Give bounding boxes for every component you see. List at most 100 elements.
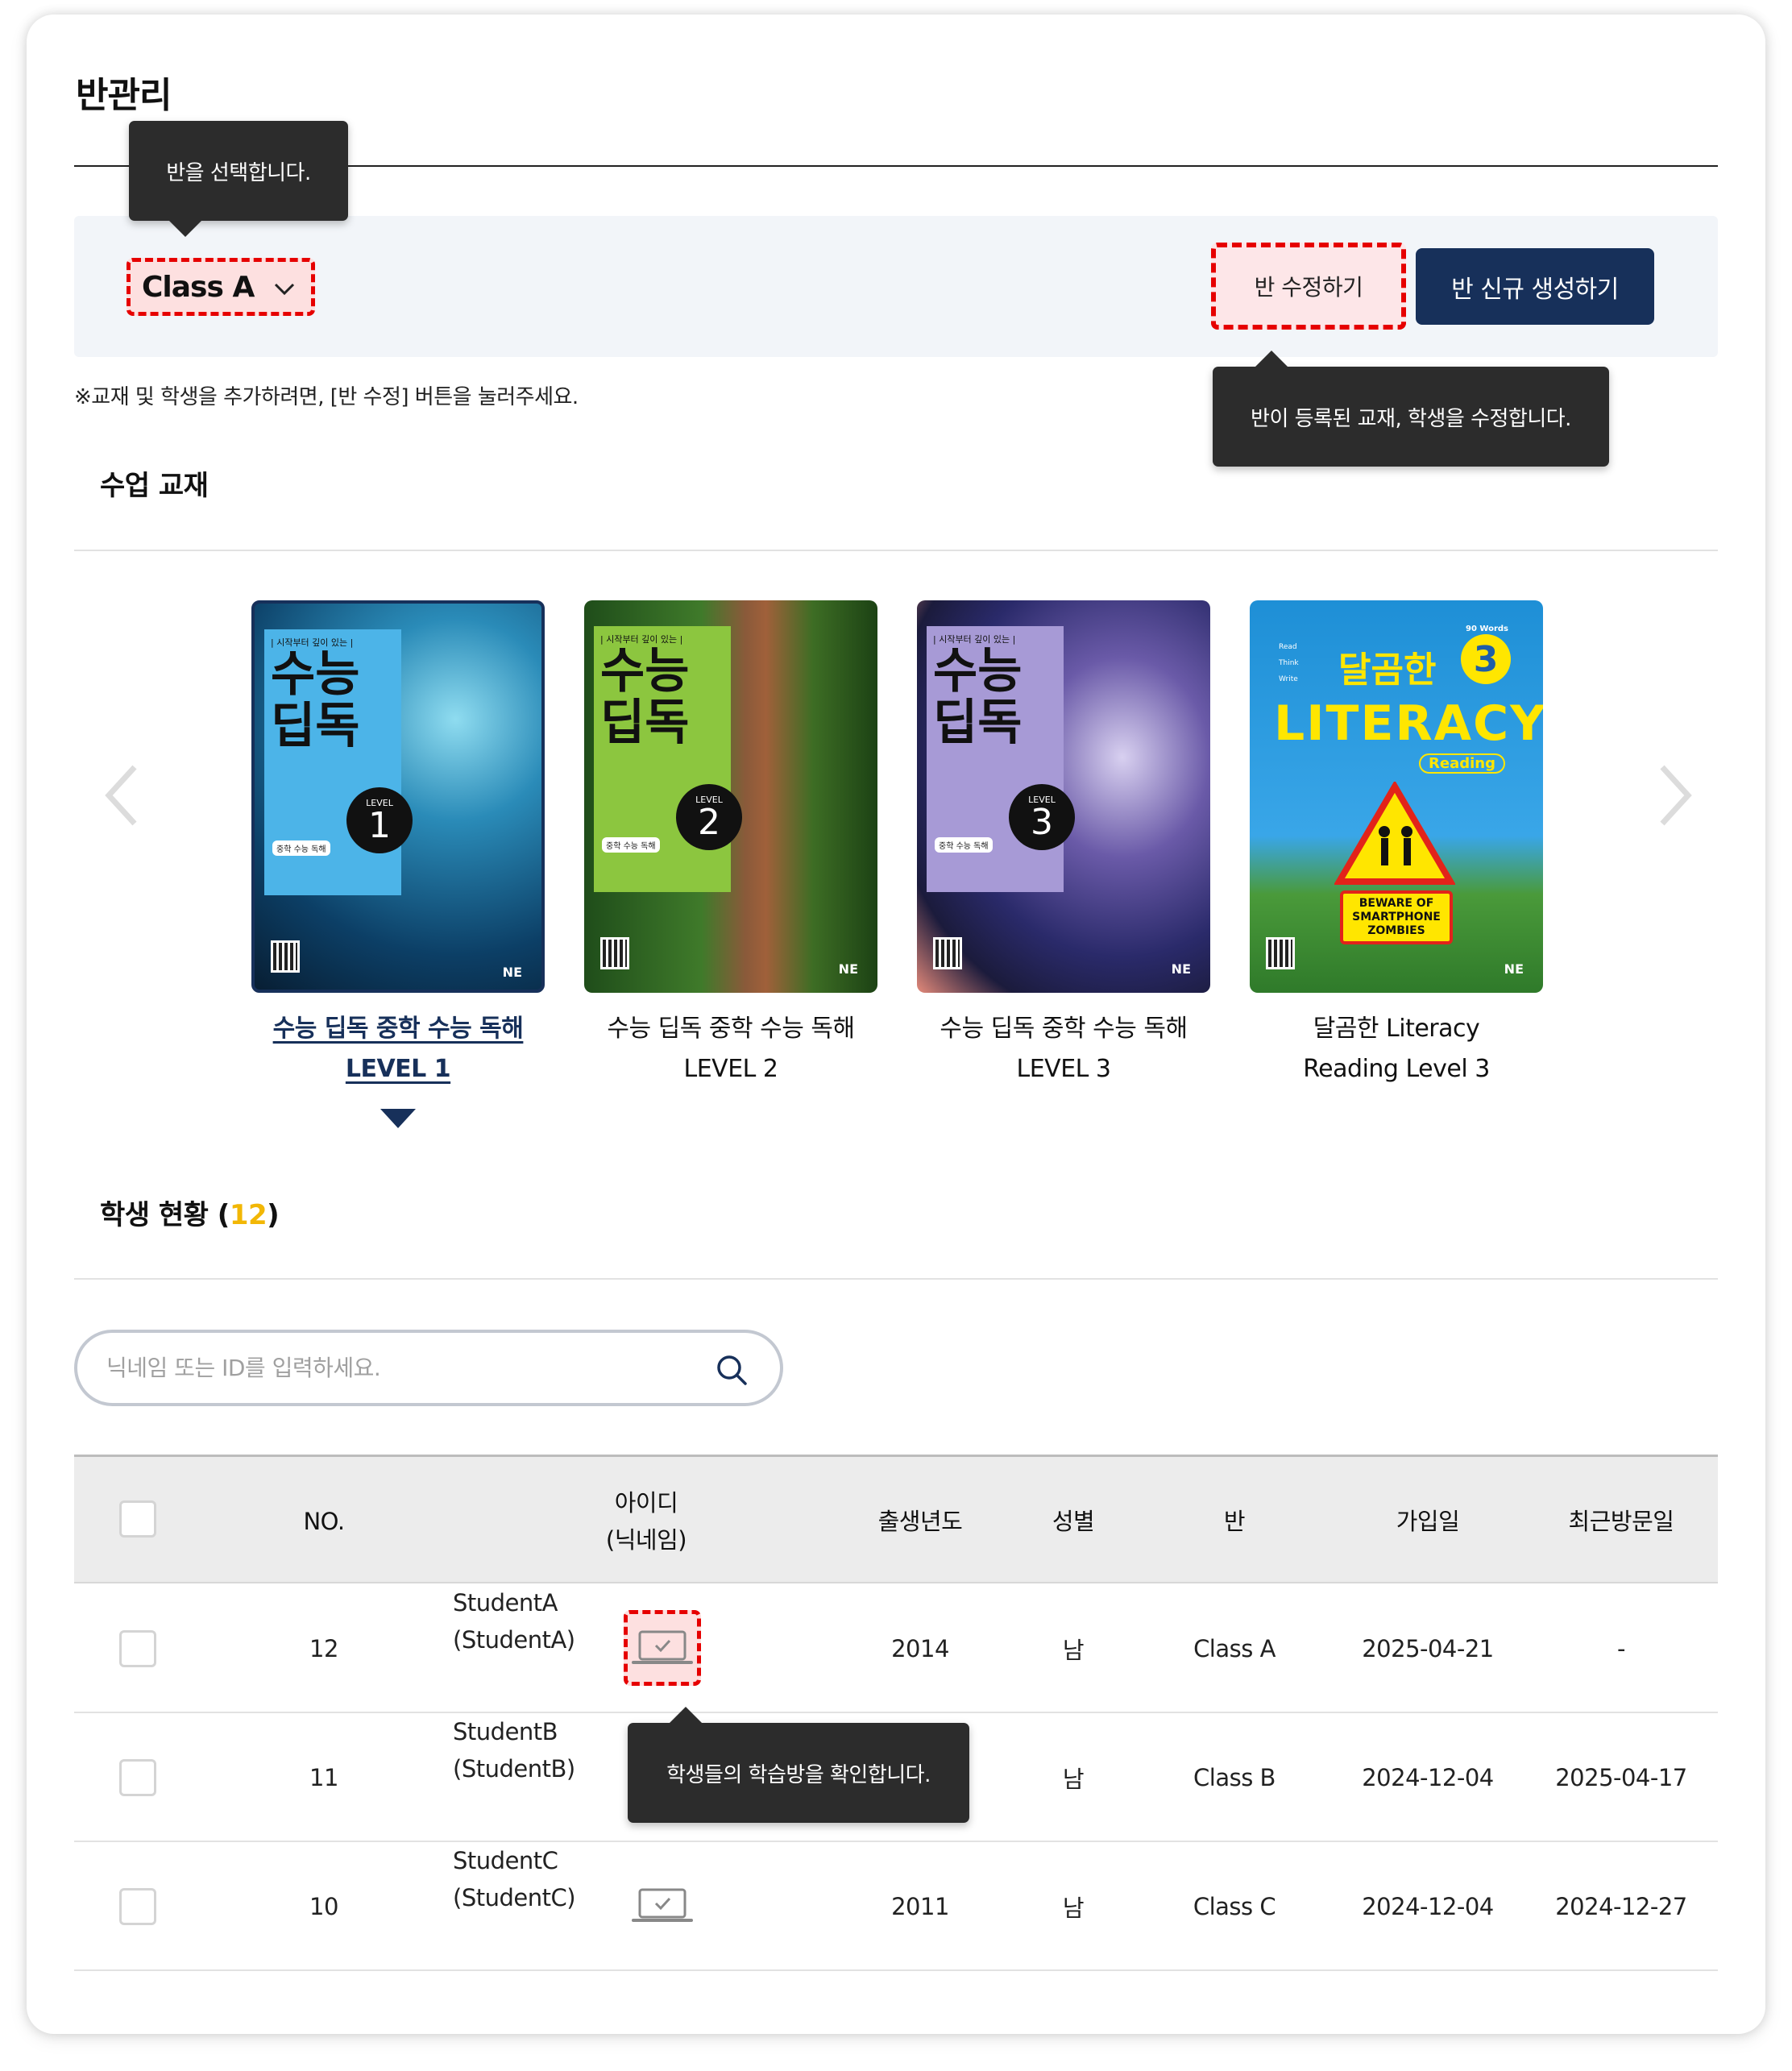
cell-class: Class B (1193, 1764, 1276, 1791)
tooltip-edit-class: 반이 등록된 교재, 학생을 수정합니다. (1213, 351, 1609, 467)
qr-code-icon (933, 937, 962, 969)
student-search-input[interactable] (106, 1355, 719, 1381)
class-select-dropdown[interactable]: Class A (127, 258, 315, 316)
cover-step: Read (1279, 643, 1297, 651)
tooltip-select-class: 반을 선택합니다. (129, 121, 348, 237)
student-table-header: NO. 아이디 (닉네임) 출생년도 성별 반 가입일 최근방문일 (74, 1455, 1718, 1583)
student-id: StudentB (453, 1718, 558, 1745)
tooltip-select-class-text: 반을 선택합니다. (166, 160, 311, 185)
page-title: 반관리 (76, 75, 172, 116)
col-joined: 가입일 (1396, 1508, 1460, 1535)
cover-title-1: 수능 (933, 643, 1023, 699)
cell-id: StudentB (StudentB) (453, 1713, 614, 1842)
publisher-logo: NE (838, 961, 858, 977)
cell-class: Class C (1193, 1893, 1276, 1920)
student-id: StudentA (453, 1589, 558, 1617)
selected-indicator-icon (380, 1109, 416, 1128)
row-checkbox[interactable] (119, 1759, 156, 1796)
tooltip-study-room-text: 학생들의 학습방을 확인합니다. (666, 1762, 931, 1787)
select-all-checkbox[interactable] (119, 1500, 156, 1538)
study-room-button[interactable] (624, 1610, 701, 1686)
cell-birth: 2014 (891, 1635, 949, 1662)
textbook-title-2[interactable]: 수능 딥독 중학 수능 독해 LEVEL 2 (584, 1009, 877, 1089)
study-room-button[interactable] (624, 1868, 701, 1944)
col-birth: 출생년도 (877, 1508, 963, 1535)
chevron-down-icon (274, 283, 295, 296)
carousel-next-icon[interactable] (1649, 759, 1698, 832)
laptop-check-icon (632, 1630, 693, 1664)
col-id-label: 아이디 (614, 1489, 678, 1517)
cell-class: Class A (1193, 1635, 1276, 1662)
col-class: 반 (1223, 1508, 1246, 1535)
cover-title-1: 달곰한 (1338, 650, 1437, 691)
cell-last-visit: 2025-04-17 (1555, 1764, 1687, 1791)
textbook-title-line: 수능 딥독 중학 수능 독해 (607, 1015, 855, 1043)
cover-panel: | 시작부터 깊이 있는 | 수능 딥독 중학 수능 독해 (927, 626, 1064, 892)
cover-reading: Reading (1419, 753, 1505, 774)
tooltip-study-room: 학생들의 학습방을 확인합니다. (628, 1707, 969, 1823)
tooltip-edit-class-text: 반이 등록된 교재, 학생을 수정합니다. (1251, 406, 1571, 431)
cover-title-2: 딥독 (600, 695, 690, 751)
student-count: 12 (229, 1199, 268, 1231)
col-id: 아이디 (닉네임) (517, 1457, 775, 1586)
textbook-title-line: Reading Level 3 (1303, 1055, 1490, 1083)
textbook-title-line: 수능 딥독 중학 수능 독해 (940, 1015, 1188, 1043)
carousel-prev-icon[interactable] (99, 759, 147, 832)
cell-no: 12 (309, 1635, 338, 1662)
tooltip-arrow (670, 1707, 702, 1723)
students-divider (74, 1278, 1718, 1280)
textbook-cover-3[interactable]: | 시작부터 깊이 있는 | 수능 딥독 중학 수능 독해 LEVEL 3 NE (917, 600, 1210, 993)
students-section-title: 학생 현황 (12) (100, 1193, 280, 1232)
edit-notice: ※교재 및 학생을 추가하려면, [반 수정] 버튼을 눌러주세요. (74, 385, 579, 409)
edit-class-button[interactable]: 반 수정하기 (1211, 243, 1406, 330)
textbook-title-line: LEVEL 1 (345, 1055, 451, 1083)
publisher-logo: NE (1171, 961, 1191, 977)
qr-code-icon (1266, 937, 1295, 969)
textbook-title-1[interactable]: 수능 딥독 중학 수능 독해 LEVEL 1 (251, 1009, 545, 1089)
student-nickname: (StudentC) (453, 1884, 576, 1911)
table-row: 10 StudentC (StudentC) 2011 남 Class C 20… (74, 1842, 1718, 1971)
textbook-cover-4[interactable]: Read Think Write 90 Words 달곰한 3 LITERACY… (1250, 600, 1543, 993)
cover-step: Think (1279, 659, 1299, 667)
cell-gender: 남 (1062, 1766, 1085, 1793)
textbook-title-4[interactable]: 달곰한 Literacy Reading Level 3 (1250, 1009, 1543, 1089)
cell-id: StudentC (StudentC) (453, 1842, 614, 1971)
cell-no: 11 (309, 1764, 338, 1791)
cell-gender: 남 (1062, 1895, 1085, 1922)
cell-gender: 남 (1062, 1637, 1085, 1664)
student-id: StudentC (453, 1847, 558, 1874)
textbooks-section-title: 수업 교재 (100, 470, 209, 502)
textbook-cover-1[interactable]: | 시작부터 깊이 있는 | 수능 딥독 중학 수능 독해 LEVEL 1 NE (251, 600, 545, 993)
textbook-title-line: LEVEL 3 (1016, 1055, 1111, 1083)
textbook-cover-2[interactable]: | 시작부터 깊이 있는 | 수능 딥독 중학 수능 독해 LEVEL 2 NE (584, 600, 877, 993)
cover-panel: | 시작부터 깊이 있는 | 수능 딥독 중학 수능 독해 (594, 626, 731, 892)
cover-title-2: LITERACY (1274, 695, 1543, 752)
cover-title-1: 수능 (600, 643, 690, 699)
students-title-text: 학생 현황 ( (100, 1199, 230, 1231)
col-gender: 성별 (1052, 1508, 1095, 1535)
student-nickname: (StudentB) (453, 1755, 575, 1783)
table-row: 12 StudentA (StudentA) 2014 남 Class A 20… (74, 1584, 1718, 1713)
cell-no: 10 (309, 1893, 338, 1920)
cover-badge: 중학 수능 독해 (602, 837, 660, 853)
qr-code-icon (271, 940, 300, 973)
textbook-title-line: 달곰한 Literacy (1313, 1015, 1480, 1043)
cover-badge: 중학 수능 독해 (935, 837, 993, 853)
cover-title-2: 딥독 (271, 698, 360, 754)
cover-steps: Read Think Write (1279, 639, 1299, 687)
col-id-sublabel: (닉네임) (605, 1526, 687, 1554)
level-badge-number: 2 (698, 801, 720, 843)
cell-last-visit: - (1617, 1635, 1625, 1662)
publisher-logo: NE (502, 965, 522, 980)
level-badge-number: 3 (1031, 801, 1053, 843)
publisher-logo: NE (1504, 961, 1524, 977)
qr-code-icon (600, 937, 629, 969)
row-checkbox[interactable] (119, 1630, 156, 1667)
warning-sign-icon (1334, 782, 1455, 885)
textbook-title-3[interactable]: 수능 딥독 중학 수능 독해 LEVEL 3 (917, 1009, 1210, 1089)
students-title-end: ) (267, 1199, 280, 1231)
level-badge-number: 3 (1461, 634, 1511, 684)
row-checkbox[interactable] (119, 1888, 156, 1925)
search-icon[interactable] (716, 1354, 748, 1386)
create-class-button[interactable]: 반 신규 생성하기 (1416, 248, 1654, 325)
